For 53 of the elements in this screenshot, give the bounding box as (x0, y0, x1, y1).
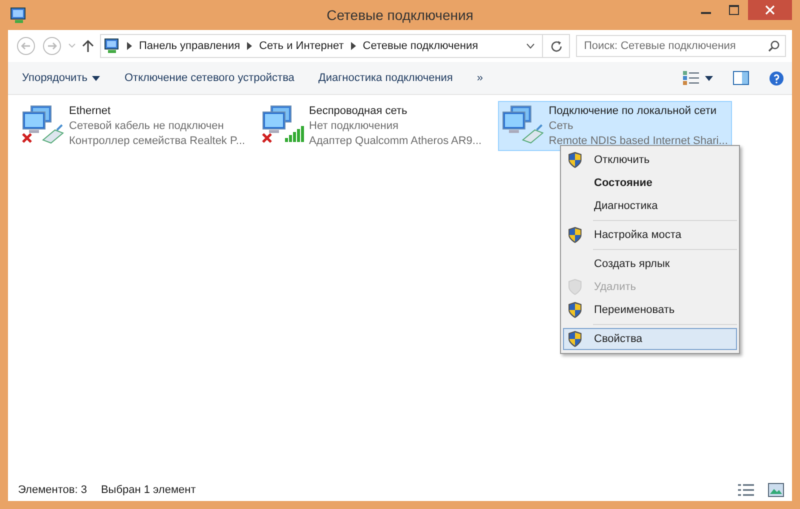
chevron-icon (127, 42, 132, 50)
refresh-icon[interactable] (550, 40, 563, 52)
close-icon (765, 5, 775, 15)
help-icon[interactable] (769, 70, 784, 86)
toolbar-button[interactable]: Отключение сетевого устройства (117, 69, 302, 87)
connection-name: Подключение по локальной сети (548, 104, 718, 118)
menu-item[interactable]: Отключить (563, 149, 737, 171)
connection-status: Нет подключения (309, 119, 400, 133)
menu-item[interactable]: Диагностика (563, 195, 737, 217)
selection-count: Выбран 1 элемент (100, 484, 196, 496)
chevron-icon (350, 42, 356, 50)
menu-item[interactable]: Состояние (563, 172, 737, 194)
address-bar[interactable]: Панель управления Сеть и Интернет Сетевые подключения (100, 34, 570, 58)
chevron-icon (247, 42, 252, 50)
connection-name: Беспроводная сеть (309, 104, 408, 118)
network-folder-icon (104, 38, 120, 54)
menu-item[interactable]: Настройка моста (563, 224, 737, 246)
toolbar-button[interactable]: Упорядочить (15, 69, 108, 87)
menu-item[interactable]: Переименовать (563, 299, 737, 321)
tiles-view-icon[interactable] (768, 483, 784, 497)
adapter-name: Контроллер семейства Realtek P... (69, 134, 246, 148)
breadcrumb[interactable]: Сетевые подключения (362, 40, 478, 52)
connection-item[interactable]: Подключение по локальной сети Сеть Remote NDIS based Internet Shari... (498, 101, 732, 151)
connection-name: Ethernet (69, 104, 112, 118)
network-folder-icon (10, 6, 28, 24)
menu-item[interactable]: Создать ярлык (563, 253, 737, 275)
search-icon (768, 40, 780, 52)
preview-pane-icon[interactable] (733, 71, 749, 85)
up-arrow-icon[interactable] (82, 39, 94, 53)
connection-status: Сетевой кабель не подключен (69, 119, 225, 133)
caret-icon[interactable] (526, 43, 535, 49)
menu-item[interactable]: Свойства (563, 328, 737, 350)
caret-icon (705, 76, 713, 80)
toolbar-button[interactable]: Диагностика подключения (311, 69, 460, 87)
adapter-name: Remote NDIS based Internet Shari... (548, 134, 727, 148)
network-adapter-icon (21, 104, 65, 144)
toolbar-button[interactable]: » (470, 69, 490, 87)
view-options-button[interactable] (683, 71, 713, 85)
search-field[interactable]: Поиск: Сетевые подключения (576, 35, 786, 57)
breadcrumb[interactable]: Сеть и Интернет (259, 40, 344, 52)
network-adapter-icon (501, 104, 545, 144)
connection-item[interactable]: Беспроводная сеть Нет подключения Адаптер Qualcomm Atheros AR9... (258, 101, 492, 151)
maximize-icon (729, 5, 739, 15)
details-view-icon[interactable] (738, 483, 754, 497)
close-button[interactable] (748, 0, 792, 20)
adapter-name: Адаптер Qualcomm Atheros AR9... (309, 134, 482, 148)
item-count: Элементов: 3 (18, 484, 87, 496)
connection-item[interactable]: Ethernet Сетевой кабель не подключен Контроллер семейства Realtek P... (18, 101, 252, 151)
connection-status: Сеть (548, 119, 574, 133)
window-title: Сетевые подключения (326, 7, 474, 23)
network-adapter-icon (261, 104, 305, 144)
minimize-icon (701, 12, 711, 14)
breadcrumb[interactable]: Панель управления (139, 40, 240, 52)
